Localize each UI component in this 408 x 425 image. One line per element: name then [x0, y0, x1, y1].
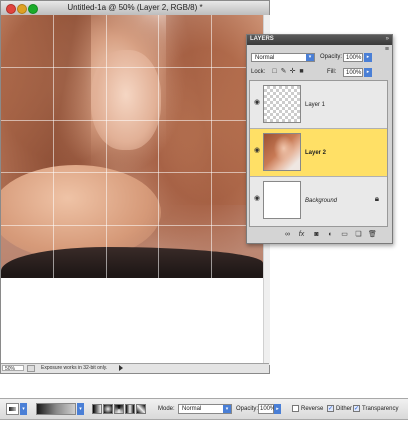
- chevron-down-icon[interactable]: ▾: [20, 403, 27, 415]
- options-opacity-label: Opacity:: [236, 406, 259, 412]
- mode-label: Mode:: [158, 406, 175, 412]
- layer-thumbnail: [263, 133, 301, 171]
- layer-row-background[interactable]: ◉ Background 🔒︎: [250, 177, 387, 225]
- status-bar: 50% Exposure works in 32-bit only.: [1, 363, 269, 373]
- lock-position-icon[interactable]: ✛: [289, 68, 296, 75]
- layer-name: Background: [305, 198, 338, 204]
- visibility-eye-icon[interactable]: ◉: [253, 147, 261, 155]
- blend-mode-select[interactable]: Normal ▾: [251, 53, 315, 62]
- document-window: Untitled-1a @ 50% (Layer 2, RGB/8) * 50%…: [0, 0, 270, 374]
- layer-name: Layer 1: [305, 102, 326, 108]
- add-mask-icon[interactable]: ◙: [312, 230, 321, 239]
- link-layers-icon[interactable]: ∞: [283, 230, 292, 239]
- options-opacity-slider-button[interactable]: ▸: [274, 404, 281, 414]
- image-canvas[interactable]: [1, 15, 263, 278]
- chevron-down-icon: ▾: [306, 54, 314, 61]
- layer-thumbnail: [263, 181, 301, 219]
- angle-gradient-button[interactable]: [114, 404, 124, 414]
- fill-slider-button[interactable]: ▸: [364, 68, 372, 77]
- mode-value: Normal: [182, 406, 202, 412]
- opacity-slider-button[interactable]: ▸: [364, 53, 372, 62]
- layer-list: ◉ Layer 1 ◉ Layer 2 ◉ Background 🔒︎: [249, 80, 388, 227]
- status-info-icon[interactable]: [27, 365, 35, 372]
- lock-all-icon[interactable]: ■: [298, 68, 305, 75]
- grid-line: [106, 15, 107, 278]
- reflected-gradient-button[interactable]: [125, 404, 135, 414]
- visibility-eye-icon[interactable]: ◉: [253, 195, 261, 203]
- layers-panel-titlebar[interactable]: LAYERS »: [247, 35, 392, 45]
- options-opacity-input[interactable]: 100%: [258, 404, 275, 414]
- new-group-icon[interactable]: ▭: [340, 230, 349, 239]
- fill-input[interactable]: 100%: [343, 68, 363, 77]
- dither-checkbox[interactable]: ✓: [327, 405, 334, 412]
- grid-line: [1, 172, 263, 173]
- photo-shoulder: [1, 165, 161, 260]
- grid-line: [1, 67, 263, 68]
- document-title: Untitled-1a @ 50% (Layer 2, RGB/8) *: [67, 3, 203, 12]
- layers-panel-footer: ∞ fx ◙ ◐ ▭ ❏ 🗑︎: [249, 229, 388, 241]
- linear-gradient-button[interactable]: [92, 404, 102, 414]
- gradient-editor-swatch[interactable]: [36, 403, 76, 415]
- layers-panel: LAYERS » ≡ Normal ▾ Opacity: 100% ▸ Lock…: [246, 34, 393, 244]
- chevron-down-icon[interactable]: ▾: [77, 403, 84, 415]
- fill-label: Fill:: [327, 69, 337, 75]
- new-layer-icon[interactable]: ❏: [354, 230, 363, 239]
- lock-image-pixels-icon[interactable]: ✎: [280, 68, 287, 75]
- panel-menu-icon[interactable]: ≡: [385, 46, 389, 53]
- document-titlebar[interactable]: Untitled-1a @ 50% (Layer 2, RGB/8) *: [1, 1, 269, 16]
- reverse-checkbox[interactable]: [292, 405, 299, 412]
- grid-line: [1, 225, 263, 226]
- grid-line: [1, 120, 263, 121]
- grid-line: [158, 15, 159, 278]
- layer-locked-icon: 🔒︎: [374, 194, 379, 203]
- mode-select[interactable]: Normal ▾: [178, 404, 232, 414]
- chevron-down-icon: ▾: [223, 405, 231, 413]
- blend-mode-value: Normal: [255, 55, 275, 61]
- status-menu-arrow-icon[interactable]: [119, 365, 123, 371]
- layer-name: Layer 2: [305, 150, 327, 156]
- diamond-gradient-button[interactable]: [136, 404, 146, 414]
- transparency-checkbox[interactable]: ✓: [353, 405, 360, 412]
- adjustment-layer-icon[interactable]: ◐: [326, 230, 335, 239]
- layer-row-layer-2[interactable]: ◉ Layer 2: [250, 129, 387, 177]
- radial-gradient-button[interactable]: [103, 404, 113, 414]
- lock-label: Lock:: [251, 69, 266, 75]
- layer-row-layer-1[interactable]: ◉ Layer 1: [250, 81, 387, 129]
- reverse-label: Reverse: [301, 406, 324, 412]
- dither-label: Dither: [336, 406, 353, 412]
- grid-line: [53, 15, 54, 278]
- visibility-eye-icon[interactable]: ◉: [253, 99, 261, 107]
- photo-face: [91, 50, 161, 150]
- trash-icon[interactable]: 🗑︎: [368, 230, 377, 239]
- status-message: Exposure works in 32-bit only.: [41, 365, 108, 371]
- lock-transparent-pixels-icon[interactable]: □: [271, 68, 278, 75]
- zoom-level-field[interactable]: 50%: [2, 365, 24, 372]
- grid-line: [211, 15, 212, 278]
- opacity-label: Opacity:: [320, 54, 343, 60]
- opacity-input[interactable]: 100%: [343, 53, 363, 62]
- layer-thumbnail: [263, 85, 301, 123]
- layers-panel-title: LAYERS: [250, 36, 274, 42]
- gradient-options-bar: ▾ ▾ Mode: Normal ▾ Opacity: 100% ▸ Rever…: [0, 398, 408, 420]
- fx-icon[interactable]: fx: [297, 230, 306, 239]
- transparency-label: Transparency: [362, 406, 399, 412]
- photo-garment: [1, 247, 263, 278]
- panel-collapse-icon[interactable]: »: [386, 36, 389, 42]
- tool-preset-picker[interactable]: [6, 403, 19, 415]
